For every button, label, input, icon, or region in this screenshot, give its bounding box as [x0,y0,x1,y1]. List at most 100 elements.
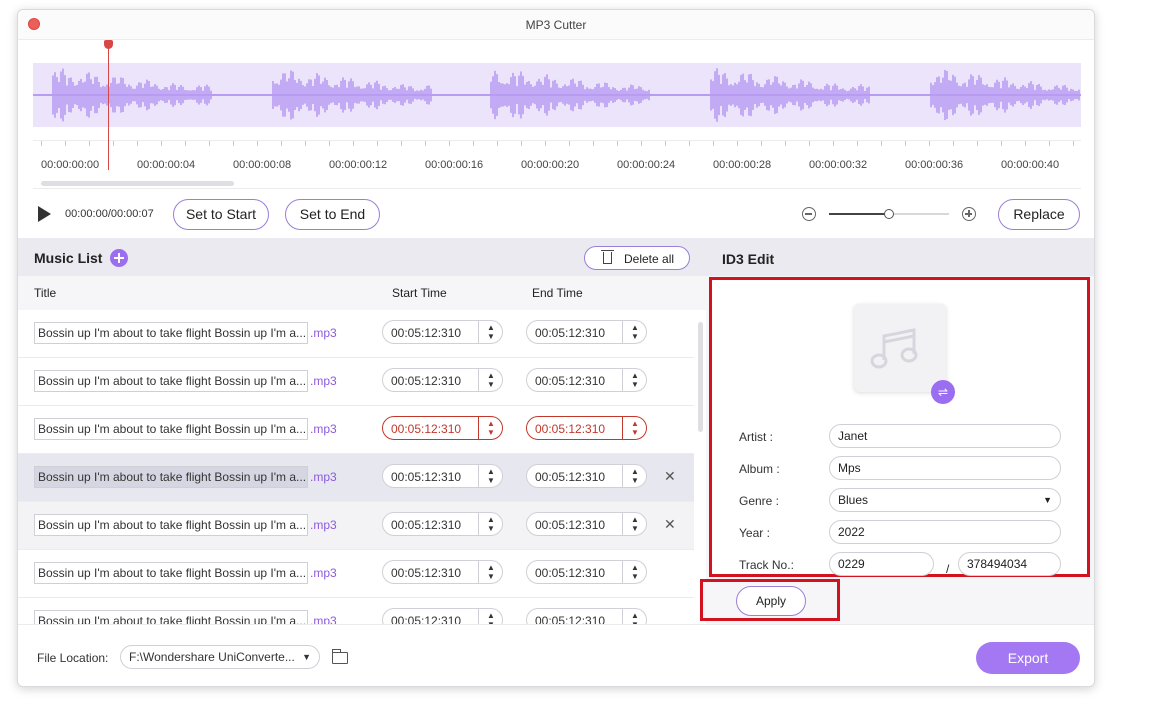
start-time-field[interactable]: 00:05:12:310 ▲▼ [382,416,503,440]
folder-icon[interactable] [332,649,348,664]
chevron-up-icon[interactable]: ▲ [487,516,495,524]
chevron-down-icon[interactable]: ▼ [631,381,639,389]
chevron-down-icon[interactable]: ▼ [631,573,639,581]
start-time-field[interactable]: 00:05:12:310 ▲▼ [382,320,503,344]
chevron-up-icon[interactable]: ▲ [487,372,495,380]
chevron-up-icon[interactable]: ▲ [631,372,639,380]
table-row[interactable]: Bossin up I'm about to take flight Bossi… [18,502,694,550]
set-to-start-button[interactable]: Set to Start [173,199,269,230]
end-time-field[interactable]: 00:05:12:310 ▲▼ [526,560,647,584]
chevron-up-icon[interactable]: ▲ [487,420,495,428]
track-name-field[interactable]: Bossin up I'm about to take flight Bossi… [34,322,308,344]
apply-button[interactable]: Apply [736,586,806,616]
start-time-field[interactable]: 00:05:12:310 ▲▼ [382,560,503,584]
music-list-scrollbar[interactable] [698,322,703,432]
track-name-field[interactable]: Bossin up I'm about to take flight Bossi… [34,610,308,624]
swap-icon[interactable]: ⇌ [931,380,955,404]
start-time-field[interactable]: 00:05:12:310 ▲▼ [382,464,503,488]
track-name-field[interactable]: Bossin up I'm about to take flight Bossi… [34,370,308,392]
chevron-up-icon[interactable]: ▲ [487,324,495,332]
chevron-down-icon[interactable]: ▼ [487,477,495,485]
start-time-stepper[interactable]: ▲▼ [478,513,503,535]
timeline-tick-mark [689,141,690,146]
end-time-stepper[interactable]: ▲▼ [622,321,647,343]
end-time-field[interactable]: 00:05:12:310 ▲▼ [526,512,647,536]
album-cover[interactable] [854,304,946,392]
album-field[interactable]: Mps [829,456,1061,480]
close-icon[interactable]: ✕ [664,516,676,533]
replace-button[interactable]: Replace [998,199,1080,230]
chevron-down-icon[interactable]: ▼ [487,381,495,389]
delete-all-button[interactable]: Delete all [584,246,690,270]
chevron-down-icon[interactable]: ▼ [631,525,639,533]
chevron-up-icon[interactable]: ▲ [631,564,639,572]
chevron-up-icon[interactable]: ▲ [631,420,639,428]
play-icon[interactable] [38,206,51,222]
end-time-value: 00:05:12:310 [535,326,606,340]
chevron-down-icon[interactable]: ▼ [487,573,495,581]
chevron-up-icon[interactable]: ▲ [487,612,495,620]
chevron-down-icon[interactable]: ▼ [631,429,639,437]
genre-select[interactable]: Blues ▼ [829,488,1061,512]
chevron-down-icon[interactable]: ▼ [487,525,495,533]
chevron-up-icon[interactable]: ▲ [487,468,495,476]
chevron-up-icon[interactable]: ▲ [631,468,639,476]
end-time-field[interactable]: 00:05:12:310 ▲▼ [526,416,647,440]
add-icon[interactable] [110,249,128,267]
start-time-stepper[interactable]: ▲▼ [478,417,503,439]
chevron-down-icon[interactable]: ▼ [631,477,639,485]
start-time-field[interactable]: 00:05:12:310 ▲▼ [382,608,503,624]
zoom-slider-thumb[interactable] [884,209,894,219]
zoom-out-icon[interactable] [802,207,816,221]
table-row[interactable]: Bossin up I'm about to take flight Bossi… [18,406,694,454]
table-row[interactable]: Bossin up I'm about to take flight Bossi… [18,454,694,502]
start-time-field[interactable]: 00:05:12:310 ▲▼ [382,512,503,536]
timeline-ruler[interactable]: 00:00:00:00 00:00:00:04 00:00:00:08 00:00:0… [33,140,1081,186]
chevron-down-icon[interactable]: ▼ [487,429,495,437]
start-time-stepper[interactable]: ▲▼ [478,561,503,583]
chevron-up-icon[interactable]: ▲ [631,324,639,332]
zoom-in-icon[interactable] [962,207,976,221]
table-row[interactable]: Bossin up I'm about to take flight Bossi… [18,310,694,358]
chevron-up-icon[interactable]: ▲ [631,516,639,524]
start-time-stepper[interactable]: ▲▼ [478,369,503,391]
track-number-field[interactable]: 0229 [829,552,934,576]
table-row[interactable]: Bossin up I'm about to take flight Bossi… [18,550,694,598]
chevron-up-icon[interactable]: ▲ [487,564,495,572]
end-time-stepper[interactable]: ▲▼ [622,417,647,439]
year-field[interactable]: 2022 [829,520,1061,544]
end-time-stepper[interactable]: ▲▼ [622,561,647,583]
chevron-down-icon[interactable]: ▼ [631,333,639,341]
export-button[interactable]: Export [976,642,1080,674]
artist-field[interactable]: Janet [829,424,1061,448]
start-time-stepper[interactable]: ▲▼ [478,321,503,343]
table-row[interactable]: Bossin up I'm about to take flight Bossi… [18,598,694,624]
chevron-up-icon[interactable]: ▲ [631,612,639,620]
end-time-stepper[interactable]: ▲▼ [622,465,647,487]
set-to-end-button[interactable]: Set to End [285,199,380,230]
track-name-field[interactable]: Bossin up I'm about to take flight Bossi… [34,466,308,488]
end-time-field[interactable]: 00:05:12:310 ▲▼ [526,320,647,344]
track-name-field[interactable]: Bossin up I'm about to take flight Bossi… [34,562,308,584]
track-name-field[interactable]: Bossin up I'm about to take flight Bossi… [34,418,308,440]
close-icon[interactable]: ✕ [664,468,676,485]
timeline-scrollbar[interactable] [41,181,234,186]
end-time-field[interactable]: 00:05:12:310 ▲▼ [526,608,647,624]
zoom-slider[interactable] [829,209,949,219]
table-row[interactable]: Bossin up I'm about to take flight Bossi… [18,358,694,406]
chevron-down-icon[interactable]: ▼ [487,333,495,341]
end-time-stepper[interactable]: ▲▼ [622,609,647,624]
start-time-stepper[interactable]: ▲▼ [478,609,503,624]
id3-header: ID3 Edit [706,238,1094,276]
end-time-field[interactable]: 00:05:12:310 ▲▼ [526,368,647,392]
start-time-stepper[interactable]: ▲▼ [478,465,503,487]
end-time-stepper[interactable]: ▲▼ [622,513,647,535]
start-time-field[interactable]: 00:05:12:310 ▲▼ [382,368,503,392]
track-name-field[interactable]: Bossin up I'm about to take flight Bossi… [34,514,308,536]
track-total-field[interactable]: 378494034 [958,552,1061,576]
waveform[interactable] [33,63,1081,127]
end-time-stepper[interactable]: ▲▼ [622,369,647,391]
file-location-select[interactable]: F:\Wondershare UniConverte... ▼ [120,645,320,669]
end-time-field[interactable]: 00:05:12:310 ▲▼ [526,464,647,488]
timeline-tick-label: 00:00:00:16 [425,159,484,171]
